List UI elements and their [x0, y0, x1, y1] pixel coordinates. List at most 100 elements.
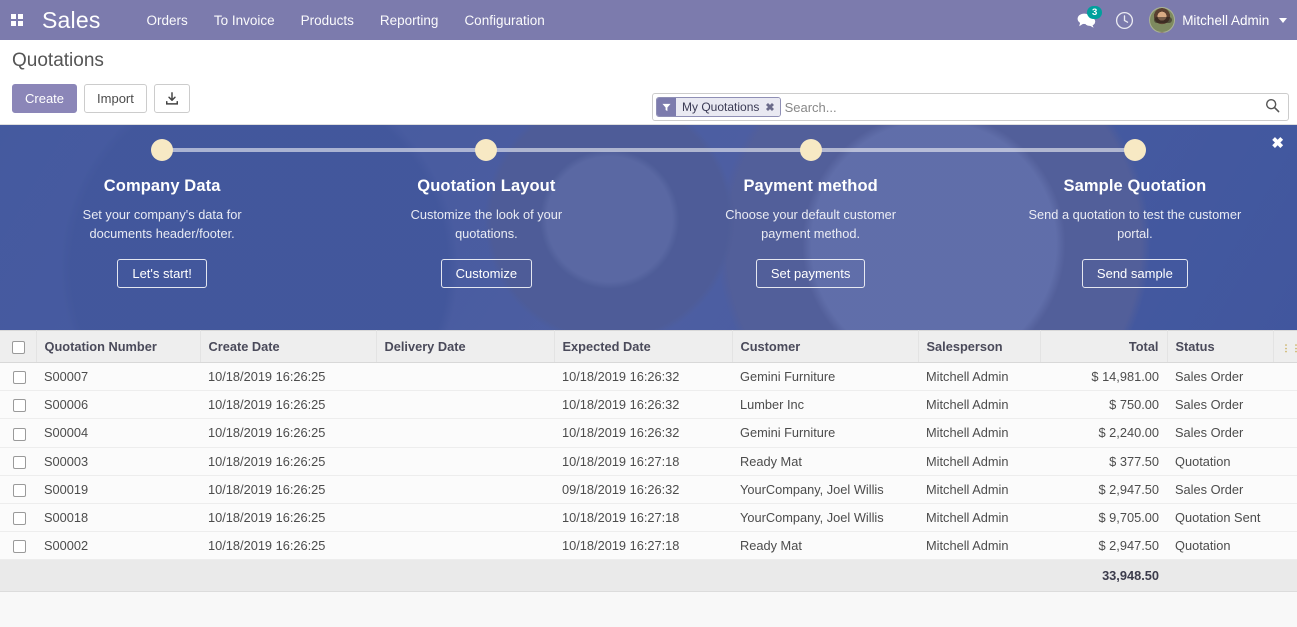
row-checkbox[interactable] — [12, 483, 26, 497]
set-payments-button[interactable]: Set payments — [755, 259, 866, 288]
footer-total-value: 33,948.50 — [1040, 559, 1167, 592]
table-row[interactable]: S00003 10/18/2019 16:26:25 10/18/2019 16… — [0, 447, 1297, 476]
footer-spacer — [200, 559, 376, 592]
cell-total: $ 377.50 — [1040, 447, 1167, 476]
cell-spacer — [1273, 390, 1297, 420]
cell-spacer — [1273, 503, 1297, 532]
menu-item-to-invoice[interactable]: To Invoice — [214, 13, 275, 28]
step-title: Quotation Layout — [417, 177, 556, 195]
row-checkbox[interactable] — [12, 540, 26, 553]
apps-grid-icon[interactable] — [0, 14, 34, 26]
column-delivery-date[interactable]: Delivery Date — [376, 329, 555, 364]
step-dot — [1123, 139, 1146, 161]
navbar-right: 3 Mitchell Admin — [1067, 0, 1287, 40]
app-brand[interactable]: Sales — [42, 0, 101, 40]
select-all-checkbox[interactable] — [12, 341, 26, 355]
step-dot — [151, 139, 174, 161]
search-box[interactable]: My Quotations ✖ — [652, 93, 1289, 121]
menu-item-products[interactable]: Products — [301, 13, 354, 28]
step-title: Company Data — [103, 177, 221, 195]
cell-create-date: 10/18/2019 16:26:25 — [200, 418, 376, 448]
cell-create-date: 10/18/2019 16:26:25 — [200, 475, 376, 504]
column-create-date[interactable]: Create Date — [200, 329, 377, 364]
magnifier-icon[interactable] — [1265, 98, 1284, 116]
table-row[interactable]: S00002 10/18/2019 16:26:25 10/18/2019 16… — [0, 531, 1297, 561]
table-row[interactable]: S00004 10/18/2019 16:26:25 10/18/2019 16… — [0, 418, 1297, 448]
activities-button[interactable] — [1105, 0, 1143, 40]
cell-status: Quotation Sent — [1167, 503, 1273, 532]
lets-start-button[interactable]: Let's start! — [117, 259, 207, 288]
menu-item-configuration[interactable]: Configuration — [464, 13, 544, 28]
row-select-cell[interactable] — [0, 475, 36, 504]
column-quotation-number[interactable]: Quotation Number — [36, 329, 201, 364]
cell-create-date: 10/18/2019 16:26:25 — [200, 362, 376, 392]
column-status[interactable]: Status — [1167, 329, 1274, 364]
cell-create-date: 10/18/2019 16:26:25 — [200, 531, 376, 561]
menu-item-orders[interactable]: Orders — [147, 13, 188, 28]
row-checkbox[interactable] — [12, 371, 26, 385]
avatar[interactable] — [1149, 7, 1176, 33]
messages-button[interactable]: 3 — [1067, 0, 1105, 40]
cell-spacer — [1273, 418, 1297, 448]
footer-spacer — [1167, 559, 1273, 592]
customize-button[interactable]: Customize — [440, 259, 533, 288]
cell-delivery-date — [376, 390, 554, 420]
cell-expected-date: 09/18/2019 16:26:32 — [554, 475, 732, 504]
table-row[interactable]: S00007 10/18/2019 16:26:25 10/18/2019 16… — [0, 362, 1297, 392]
main-menu: Orders To Invoice Products Reporting Con… — [147, 13, 545, 28]
row-select-cell[interactable] — [0, 531, 36, 561]
row-checkbox[interactable] — [12, 455, 26, 469]
table-row[interactable]: S00019 10/18/2019 16:26:25 09/18/2019 16… — [0, 475, 1297, 504]
messages-badge: 3 — [1087, 6, 1103, 19]
send-sample-button[interactable]: Send sample — [1081, 259, 1188, 288]
cell-customer: Gemini Furniture — [732, 362, 918, 392]
download-button[interactable] — [153, 84, 190, 113]
menu-item-reporting[interactable]: Reporting — [380, 13, 439, 28]
cell-spacer — [1273, 475, 1297, 504]
row-checkbox[interactable] — [12, 511, 26, 525]
cell-quotation-number: S00003 — [36, 447, 200, 476]
quotations-list: Quotation Number Create Date Delivery Da… — [0, 329, 1297, 627]
table-row[interactable]: S00006 10/18/2019 16:26:25 10/18/2019 16… — [0, 390, 1297, 420]
row-checkbox[interactable] — [12, 427, 26, 441]
grip-dots-icon: ⋮⋮ — [1281, 343, 1297, 354]
page-title: Quotations — [12, 50, 104, 71]
cell-total: $ 14,981.00 — [1040, 362, 1167, 392]
column-customer[interactable]: Customer — [732, 329, 919, 364]
column-salesperson[interactable]: Salesperson — [918, 329, 1041, 364]
search-facet-my-quotations[interactable]: My Quotations ✖ — [656, 97, 781, 117]
footer-spacer — [36, 559, 200, 592]
step-description: Set your company's data for documents he… — [82, 207, 242, 241]
cell-spacer — [1273, 531, 1297, 561]
user-name-label: Mitchell Admin — [1182, 12, 1270, 28]
cell-status: Sales Order — [1167, 418, 1273, 448]
column-expected-date[interactable]: Expected Date — [554, 329, 733, 364]
onboarding-steps: Company Data Set your company's data for… — [0, 125, 1297, 330]
step-description: Choose your default customer payment met… — [725, 207, 896, 241]
row-select-cell[interactable] — [0, 362, 36, 392]
cell-expected-date: 10/18/2019 16:27:18 — [554, 531, 732, 561]
search-input[interactable] — [780, 99, 1265, 115]
table-row[interactable]: S00018 10/18/2019 16:26:25 10/18/2019 16… — [0, 503, 1297, 532]
import-button[interactable]: Import — [84, 84, 147, 113]
row-checkbox[interactable] — [12, 399, 26, 413]
step-dot — [799, 139, 822, 161]
onboarding-step-payment-method: Payment method Choose your default custo… — [648, 139, 973, 330]
create-button[interactable]: Create — [12, 84, 78, 113]
cell-create-date: 10/18/2019 16:26:25 — [200, 390, 376, 420]
cell-salesperson: Mitchell Admin — [918, 447, 1040, 476]
select-all-cell[interactable] — [0, 329, 37, 364]
cell-salesperson: Mitchell Admin — [918, 503, 1040, 532]
optional-columns-toggle[interactable]: ⋮⋮ — [1273, 329, 1297, 364]
user-menu[interactable]: Mitchell Admin — [1182, 13, 1287, 28]
close-icon[interactable]: ✖ — [763, 98, 780, 116]
onboarding-step-sample-quotation: Sample Quotation Send a quotation to tes… — [972, 139, 1297, 330]
filter-icon — [657, 98, 676, 116]
row-select-cell[interactable] — [0, 503, 36, 532]
cell-customer: YourCompany, Joel Willis — [732, 475, 918, 504]
column-total[interactable]: Total — [1040, 329, 1168, 364]
row-select-cell[interactable] — [0, 390, 36, 420]
row-select-cell[interactable] — [0, 418, 36, 448]
row-select-cell[interactable] — [0, 447, 36, 476]
table-footer: 33,948.50 — [0, 559, 1297, 592]
